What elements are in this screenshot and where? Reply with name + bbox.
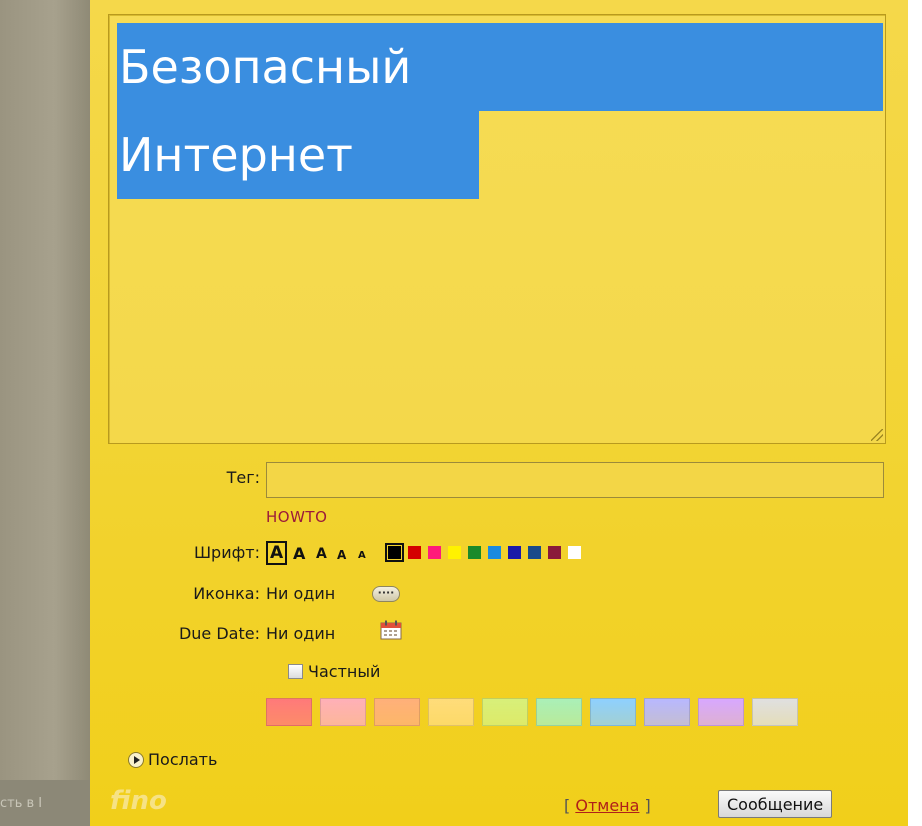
page-background-left [0,0,90,826]
cancel-group: [ Отмена ] [564,796,651,815]
icon-picker-button[interactable]: ···· [372,586,400,602]
text-color-swatch[interactable] [528,546,541,559]
font-size-option[interactable]: A [316,546,327,562]
tag-input[interactable] [266,462,884,498]
icon-label: Иконка: [193,584,260,603]
due-date-value: Ни один [266,624,336,643]
selected-text-line: Безопасный [117,23,883,111]
note-color-swatch[interactable] [752,698,798,726]
expand-arrow-icon[interactable] [128,752,144,768]
calendar-icon[interactable] [380,620,402,640]
send-toggle-label[interactable]: Послать [148,750,217,769]
resize-grip-icon[interactable] [871,429,883,441]
page-background-right [908,0,922,826]
text-color-swatch[interactable] [448,546,461,559]
private-checkbox[interactable] [288,664,303,679]
due-date-label: Due Date: [178,624,260,643]
note-content-textarea[interactable]: Безопасный Интернет [108,14,886,444]
text-color-swatch[interactable] [428,546,441,559]
note-color-swatch[interactable] [374,698,420,726]
note-color-swatch[interactable] [590,698,636,726]
bracket-close: ] [644,796,651,815]
note-color-swatch[interactable] [536,698,582,726]
note-color-swatch[interactable] [320,698,366,726]
logo-watermark: fino [110,786,167,816]
text-color-swatch[interactable] [508,546,521,559]
private-label: Частный [308,662,381,681]
selected-text-line: Интернет [117,111,479,199]
tag-label: Тег: [226,468,260,487]
font-size-option[interactable]: A [293,544,305,563]
note-color-swatch[interactable] [428,698,474,726]
font-size-option[interactable]: A [358,550,366,561]
tag-suggestion-link[interactable]: HOWTO [266,508,327,526]
text-color-swatch[interactable] [385,543,404,562]
sticky-note-editor: Безопасный Интернет Тег: HOWTO Шрифт: A … [90,0,908,826]
bracket-open: [ [564,796,571,815]
background-footer-text: сть в I [0,796,43,811]
text-color-swatch[interactable] [568,546,581,559]
font-size-option[interactable]: A [337,548,346,562]
note-color-swatch[interactable] [266,698,312,726]
text-color-swatch[interactable] [488,546,501,559]
text-color-swatch[interactable] [408,546,421,559]
icon-value: Ни один [266,584,336,603]
note-color-swatch[interactable] [482,698,528,726]
text-color-swatch[interactable] [548,546,561,559]
submit-message-button[interactable]: Сообщение [718,790,833,818]
note-color-swatch[interactable] [698,698,744,726]
note-color-swatch[interactable] [644,698,690,726]
font-size-option[interactable]: A [266,541,288,565]
cancel-link[interactable]: Отмена [575,796,639,815]
font-label: Шрифт: [193,543,260,562]
text-color-swatch[interactable] [468,546,481,559]
